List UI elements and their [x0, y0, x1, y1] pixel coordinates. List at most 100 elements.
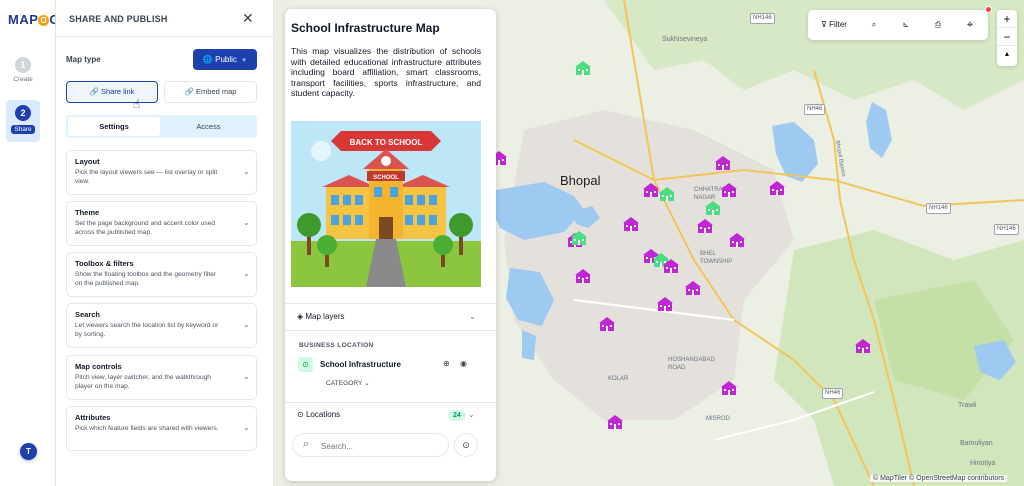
chevron-down-icon: ⌄: [243, 218, 250, 227]
settings-tabs: Settings Access: [66, 115, 257, 138]
map-layers-toggle[interactable]: ◈ Map layers: [297, 312, 345, 321]
place-label: Bamuliyan: [960, 440, 993, 447]
category-dropdown[interactable]: CATEGORY ⌄: [326, 379, 370, 387]
school-marker-icon[interactable]: [720, 182, 738, 198]
school-marker-icon[interactable]: [854, 338, 872, 354]
category-label: CATEGORY: [326, 380, 363, 387]
map-attribution[interactable]: © MapTiler © OpenStreetMap contributors: [870, 475, 1008, 482]
filter-button[interactable]: ⊽ Filter: [814, 15, 854, 35]
share-link-label: Share link: [101, 87, 135, 96]
search-icon: ⌕: [303, 438, 310, 450]
section-layout[interactable]: Layout Pick the layout viewers see — lis…: [66, 150, 257, 195]
school-marker-icon[interactable]: [714, 155, 732, 171]
section-title: Theme: [75, 208, 100, 217]
school-marker-icon[interactable]: [696, 218, 714, 234]
close-icon[interactable]: ✕: [242, 10, 254, 26]
school-marker-icon[interactable]: [574, 60, 592, 76]
divider: [285, 402, 496, 403]
measure-icon[interactable]: ⊾: [896, 15, 916, 35]
school-marker-icon[interactable]: [720, 380, 738, 396]
school-sign-text: SCHOOL: [373, 175, 399, 181]
logo-pin-icon: O: [38, 15, 50, 26]
share-link-button[interactable]: 🔗 Share link: [66, 81, 158, 103]
search-icon[interactable]: ⌕: [864, 15, 884, 35]
school-marker-icon[interactable]: [728, 232, 746, 248]
tab-access[interactable]: Access: [162, 117, 255, 136]
visibility-eye-icon[interactable]: ◉: [460, 359, 467, 368]
chevron-down-icon[interactable]: ⌄: [468, 410, 475, 419]
near-me-pin-button[interactable]: ⊙: [454, 433, 478, 457]
map-type-label: Map type: [66, 55, 101, 64]
section-description: Show the floating toolbox and the geomet…: [75, 271, 217, 287]
embed-map-label: Embed map: [196, 87, 237, 96]
step-label: Create: [13, 76, 33, 83]
share-publish-panel: SHARE AND PUBLISH ✕ Map type 🌐 Public ▼ …: [56, 0, 274, 486]
tab-settings[interactable]: Settings: [68, 117, 160, 136]
section-title: Toolbox & filters: [75, 259, 134, 268]
location-pin-icon: ⊙: [297, 410, 304, 419]
map-info-card: School Infrastructure Map This map visua…: [285, 9, 496, 481]
section-attributes[interactable]: Attributes Pick which feature fields are…: [66, 406, 257, 451]
school-marker-icon[interactable]: [598, 316, 616, 332]
school-marker-icon[interactable]: [570, 230, 588, 246]
layer-name[interactable]: School Infrastructure: [320, 360, 401, 369]
city-label: Bhopal: [560, 173, 601, 188]
app-logo[interactable]: MAPOG: [8, 12, 60, 27]
urban-area: [504, 110, 794, 420]
embed-map-button[interactable]: 🔗 Embed map: [164, 81, 257, 103]
place-label: MISROD: [706, 416, 730, 422]
chevron-down-icon: ⌄: [243, 320, 250, 329]
school-marker-icon[interactable]: [662, 258, 680, 274]
road-shield: NH46: [804, 104, 826, 115]
chevron-down-icon: ⌄: [243, 269, 250, 278]
locations-toggle[interactable]: ⊙ Locations: [297, 410, 340, 419]
road-shield: NH146: [750, 13, 775, 24]
zoom-to-layer-icon[interactable]: ⊕: [443, 359, 450, 368]
step-share[interactable]: 2 Share: [6, 100, 40, 142]
filter-label: Filter: [829, 20, 847, 29]
school-marker-icon[interactable]: [622, 216, 640, 232]
section-description: Pick the layout viewers see — list overl…: [75, 169, 218, 185]
chevron-down-icon[interactable]: ⌄: [469, 312, 476, 321]
school-marker-icon[interactable]: [768, 180, 786, 196]
section-title: Search: [75, 310, 101, 319]
compass-button[interactable]: ▲: [997, 46, 1017, 64]
school-marker-icon[interactable]: [684, 280, 702, 296]
school-marker-icon[interactable]: [658, 186, 676, 202]
filter-icon: ⊽: [821, 20, 827, 29]
chevron-down-icon: ⌄: [243, 372, 250, 381]
section-map-controls[interactable]: Map controls Pitch view, layer switcher,…: [66, 355, 257, 400]
divider: [56, 36, 274, 37]
user-avatar[interactable]: T: [20, 443, 37, 460]
chevron-down-icon: ⌄: [243, 167, 250, 176]
step-create[interactable]: 1 Create: [6, 52, 40, 94]
section-theme[interactable]: Theme Set the page background and accent…: [66, 201, 257, 246]
print-icon[interactable]: ⎙: [928, 15, 948, 35]
business-location-label: BUSINESS LOCATION: [299, 342, 374, 349]
school-marker-icon[interactable]: [574, 268, 592, 284]
zoom-controls: + − ▲: [997, 10, 1017, 66]
zoom-out-button[interactable]: −: [997, 28, 1017, 46]
locations-count-badge: 24: [448, 410, 466, 421]
location-pin-icon: ⊙: [298, 357, 313, 372]
search-input[interactable]: [321, 439, 441, 453]
place-label: BHEL TOWNSHIP: [700, 251, 733, 265]
school-marker-icon[interactable]: [704, 200, 722, 216]
section-title: Layout: [75, 157, 100, 166]
section-toolbox-filters[interactable]: Toolbox & filters Show the floating tool…: [66, 252, 257, 297]
road-shield: NH146: [994, 224, 1019, 235]
locate-icon[interactable]: ⌖: [960, 15, 980, 35]
school-marker-icon[interactable]: [656, 296, 674, 312]
location-search: ⌕: [292, 433, 449, 457]
section-search[interactable]: Search Let viewers search the location l…: [66, 303, 257, 348]
place-label: Trawli: [958, 402, 977, 409]
section-description: Let viewers search the location list by …: [75, 322, 219, 338]
step-label: Share: [11, 125, 35, 134]
zoom-in-button[interactable]: +: [997, 10, 1017, 28]
visibility-dropdown[interactable]: 🌐 Public ▼: [193, 49, 257, 70]
school-illustration: BACK TO SCHOOL SCHOOL: [291, 121, 481, 287]
map-layers-label: Map layers: [305, 312, 345, 321]
school-marker-icon[interactable]: [606, 414, 624, 430]
road-shield: NH146: [926, 203, 951, 214]
chevron-down-icon: ⌄: [243, 423, 250, 432]
